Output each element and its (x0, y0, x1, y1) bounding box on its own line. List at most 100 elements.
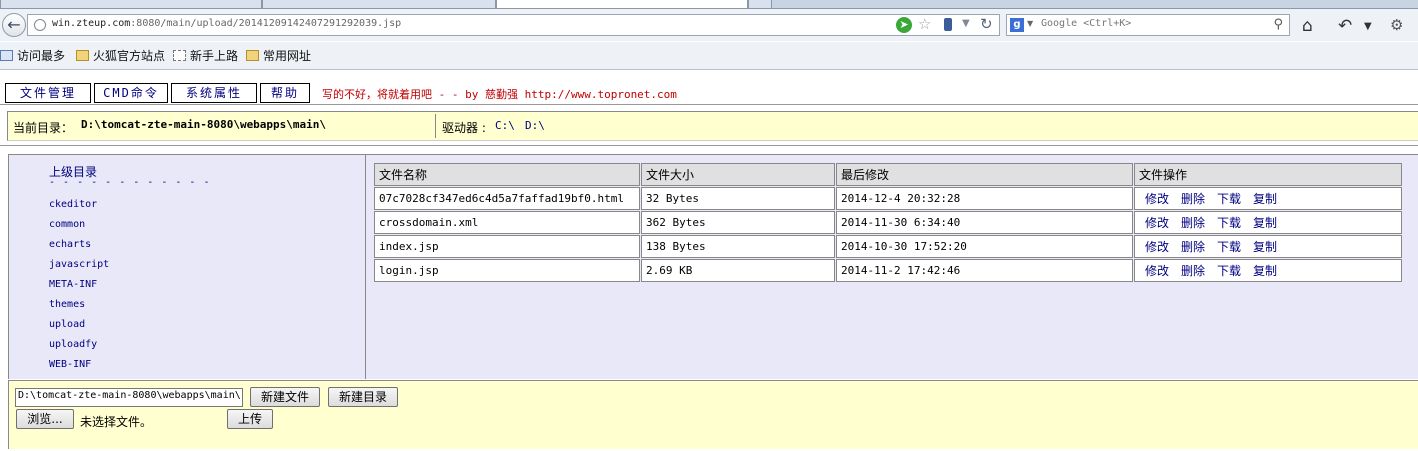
back-button[interactable]: ← (2, 13, 26, 37)
bookmark-label: 访问最多 (17, 49, 66, 63)
bookmark-getting-started[interactable]: 新手上路 (173, 47, 238, 64)
search-placeholder: Google <Ctrl+K> (1041, 18, 1132, 29)
drive-link-d[interactable]: D:\ (525, 119, 545, 132)
home-icon[interactable]: ⌂ (1302, 16, 1313, 36)
new-file-button[interactable]: 新建文件 (250, 387, 320, 407)
menu-system-props[interactable]: 系统属性 (171, 83, 257, 103)
url-path: :8080/main/upload/2014120914240729129203… (130, 18, 402, 29)
undo-icon[interactable]: ↶ (1338, 16, 1352, 36)
column-header-size: 文件大小 (641, 163, 835, 186)
dir-link[interactable]: javascript (49, 259, 109, 270)
tab-active[interactable] (496, 0, 748, 9)
drive-label: 驱动器 : (442, 121, 486, 135)
delete-link[interactable]: 删除 (1181, 264, 1205, 278)
file-modified-cell: 2014-11-2 17:42:46 (836, 259, 1133, 282)
browse-button[interactable]: 浏览... (16, 409, 74, 429)
table-row: 07c7028cf347ed6c4d5a7faffad19bf0.html 32… (374, 187, 1402, 210)
menu-cmd[interactable]: CMD命令 (94, 83, 168, 103)
new-tab-button[interactable] (748, 0, 772, 9)
file-actions-cell: 修改 删除 下载 复制 (1134, 211, 1402, 234)
menu-file-manage[interactable]: 文件管理 (5, 83, 91, 103)
upload-bar: D:\tomcat-zte-main-8080\webapps\main\ 新建… (8, 380, 1418, 449)
file-name-cell: index.jsp (374, 235, 640, 258)
tab-1[interactable] (0, 0, 262, 9)
mobile-icon[interactable] (944, 18, 952, 31)
file-size-cell: 32 Bytes (641, 187, 835, 210)
tools-icon[interactable]: ⚙ (1390, 16, 1403, 34)
file-actions-cell: 修改 删除 下载 复制 (1134, 187, 1402, 210)
menu-help[interactable]: 帮助 (260, 83, 310, 103)
delete-link[interactable]: 删除 (1181, 192, 1205, 206)
column-header-modified: 最后修改 (836, 163, 1133, 186)
bookmark-firefox-site[interactable]: 火狐官方站点 (76, 47, 165, 64)
dir-link[interactable]: echarts (49, 239, 91, 250)
bookmark-star-icon[interactable]: ☆ (918, 15, 931, 33)
dir-link[interactable]: ckeditor (49, 199, 97, 210)
file-size-cell: 362 Bytes (641, 211, 835, 234)
copy-link[interactable]: 复制 (1253, 216, 1277, 230)
file-size-cell: 138 Bytes (641, 235, 835, 258)
current-dir-path: D:\tomcat-zte-main-8080\webapps\main\ (81, 118, 327, 131)
table-row: index.jsp 138 Bytes 2014-10-30 17:52:20 … (374, 235, 1402, 258)
copy-link[interactable]: 复制 (1253, 264, 1277, 278)
download-link[interactable]: 下载 (1217, 264, 1241, 278)
current-dir-label: 当前目录： (13, 121, 74, 135)
separator-dashes: - - - - - - - - - - - - (49, 177, 211, 188)
download-link[interactable]: 下载 (1217, 192, 1241, 206)
search-engine-dropdown-icon[interactable]: ▼ (1027, 19, 1033, 28)
edit-link[interactable]: 修改 (1145, 216, 1169, 230)
edit-link[interactable]: 修改 (1145, 240, 1169, 254)
dir-link[interactable]: uploadfy (49, 339, 97, 350)
go-arrow-icon[interactable]: ➤ (896, 17, 912, 33)
copy-link[interactable]: 复制 (1253, 192, 1277, 206)
google-icon[interactable]: g (1010, 18, 1024, 32)
bookmarks-toolbar: 访问最多 火狐官方站点 新手上路 常用网址 (0, 42, 1418, 70)
dir-link[interactable]: WEB-INF (49, 359, 91, 370)
new-directory-button[interactable]: 新建目录 (328, 387, 398, 407)
url-bar[interactable]: win.zteup.com:8080/main/upload/201412091… (27, 14, 1000, 36)
file-name-cell: crossdomain.xml (374, 211, 640, 234)
bookmark-page-icon (0, 50, 13, 61)
target-path-input[interactable]: D:\tomcat-zte-main-8080\webapps\main\ (15, 388, 243, 407)
tab-2[interactable] (262, 0, 496, 9)
divider (435, 114, 436, 138)
file-actions-cell: 修改 删除 下载 复制 (1134, 235, 1402, 258)
download-link[interactable]: 下载 (1217, 216, 1241, 230)
file-modified-cell: 2014-11-30 6:34:40 (836, 211, 1133, 234)
dir-link[interactable]: common (49, 219, 85, 230)
bookmark-common-sites[interactable]: 常用网址 (246, 47, 311, 64)
delete-link[interactable]: 删除 (1181, 240, 1205, 254)
tab-strip (0, 0, 1418, 9)
copy-link[interactable]: 复制 (1253, 240, 1277, 254)
navigation-toolbar: ← win.zteup.com:8080/main/upload/2014120… (0, 9, 1418, 41)
directory-panel: 上级目录 - - - - - - - - - - - - ckeditor co… (9, 155, 366, 379)
edit-link[interactable]: 修改 (1145, 264, 1169, 278)
dir-link[interactable]: META-INF (49, 279, 97, 290)
column-header-actions: 文件操作 (1134, 163, 1402, 186)
bookmark-label: 火狐官方站点 (93, 49, 166, 63)
edit-link[interactable]: 修改 (1145, 192, 1169, 206)
file-name-cell: login.jsp (374, 259, 640, 282)
column-header-name: 文件名称 (374, 163, 640, 186)
download-link[interactable]: 下载 (1217, 240, 1241, 254)
dir-link[interactable]: upload (49, 319, 85, 330)
divider (0, 145, 1418, 146)
url-dropdown-icon[interactable]: ▼ (962, 18, 970, 29)
url-text[interactable]: win.zteup.com:8080/main/upload/201412091… (52, 18, 401, 29)
url-host: win.zteup.com (52, 18, 131, 29)
dir-link[interactable]: themes (49, 299, 85, 310)
drive-link-c[interactable]: C:\ (495, 119, 515, 132)
current-dir-bar: 当前目录： D:\tomcat-zte-main-8080\webapps\ma… (7, 111, 1418, 141)
file-actions-cell: 修改 删除 下载 复制 (1134, 259, 1402, 282)
reload-icon[interactable]: ↻ (980, 15, 993, 33)
bookmark-label: 常用网址 (263, 49, 312, 63)
bookmark-most-visited[interactable]: 访问最多 (0, 47, 65, 64)
file-modified-cell: 2014-10-30 17:52:20 (836, 235, 1133, 258)
search-bar[interactable]: g ▼ Google <Ctrl+K> ⚲ (1006, 14, 1290, 36)
magnifier-icon[interactable]: ⚲ (1273, 17, 1283, 32)
file-modified-cell: 2014-12-4 20:32:28 (836, 187, 1133, 210)
menu-dropdown-icon[interactable]: ▼ (1364, 21, 1372, 32)
folder-icon (246, 50, 259, 61)
upload-button[interactable]: 上传 (227, 409, 273, 429)
delete-link[interactable]: 删除 (1181, 216, 1205, 230)
